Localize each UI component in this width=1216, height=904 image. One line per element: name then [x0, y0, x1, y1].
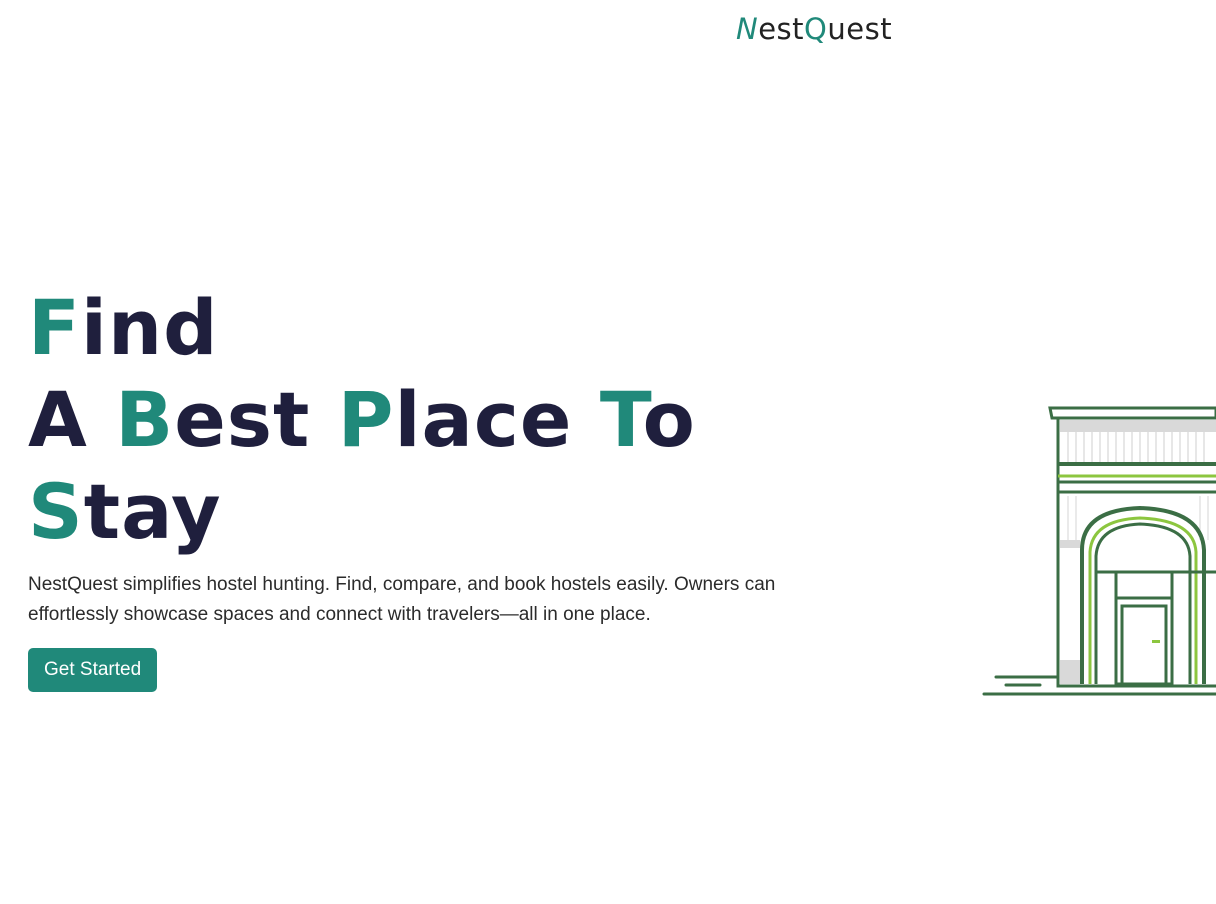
headline-line-3: Stay	[28, 467, 222, 556]
logo-letter-q: Q	[804, 12, 828, 46]
hero-description: NestQuest simplifies hostel hunting. Fin…	[28, 574, 776, 625]
brand-logo[interactable]: NestQuest	[736, 12, 892, 52]
get-started-button[interactable]: Get Started	[28, 648, 158, 692]
logo-text-uest: uest	[827, 12, 893, 46]
logo-text-est: est	[758, 12, 805, 46]
headline-line-1: Find	[28, 283, 219, 372]
headline-line-2: A Best Place To	[28, 375, 696, 464]
hero-headline: Find A Best Place To Stay	[28, 282, 808, 558]
hostel-building-icon	[980, 400, 1216, 700]
logo-letter-n: N	[736, 12, 759, 46]
hero-section: Find A Best Place To Stay NestQuest simp…	[28, 282, 808, 692]
